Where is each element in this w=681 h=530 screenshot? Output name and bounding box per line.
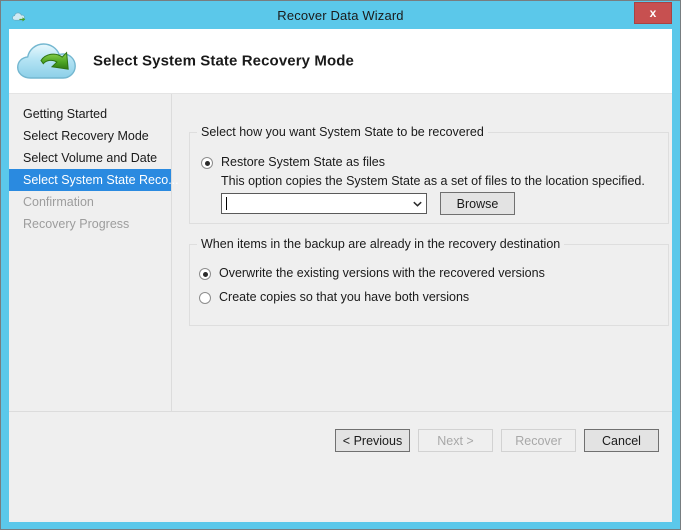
destination-conflict-group-legend: When items in the backup are already in …: [197, 237, 565, 251]
wizard-header: Select System State Recovery Mode: [9, 29, 672, 94]
text-caret: [226, 197, 227, 210]
overwrite-versions-label: Overwrite the existing versions with the…: [219, 266, 545, 280]
restore-as-files-radio-row[interactable]: Restore System State as files: [201, 155, 385, 170]
cloud-recovery-icon: [13, 33, 85, 89]
next-button-label: Next >: [437, 433, 474, 448]
cancel-button[interactable]: Cancel: [584, 429, 659, 452]
title-bar: Recover Data Wizard x: [1, 1, 680, 29]
cloud-arrow-icon: [12, 9, 27, 22]
chevron-down-icon[interactable]: [413, 194, 422, 213]
page-title: Select System State Recovery Mode: [93, 52, 354, 70]
recovery-mode-group-legend: Select how you want System State to be r…: [197, 125, 488, 139]
sidebar-item-confirmation: Confirmation: [23, 195, 94, 209]
sidebar-divider: [171, 94, 172, 411]
recover-data-wizard-window: Recover Data Wizard x Select System Stat…: [0, 0, 681, 530]
previous-button[interactable]: < Previous: [335, 429, 410, 452]
recovery-path-combobox[interactable]: [221, 193, 427, 214]
recover-button-label: Recover: [515, 433, 562, 448]
next-button: Next >: [418, 429, 493, 452]
close-button[interactable]: x: [634, 2, 672, 24]
sidebar-item-select-system-state-recovery[interactable]: Select System State Reco...: [9, 169, 179, 191]
create-copies-label: Create copies so that you have both vers…: [219, 290, 470, 304]
sidebar-item-getting-started[interactable]: Getting Started: [9, 103, 171, 125]
wizard-footer: < Previous Next > Recover Cancel: [9, 412, 672, 522]
overwrite-versions-radio-row[interactable]: Overwrite the existing versions with the…: [199, 266, 545, 281]
sidebar-item-recovery-progress: Recovery Progress: [23, 217, 130, 231]
close-icon: x: [649, 6, 657, 20]
restore-as-files-label: Restore System State as files: [221, 155, 385, 169]
recover-button: Recover: [501, 429, 576, 452]
destination-conflict-group: When items in the backup are already in …: [189, 237, 669, 326]
client-area: Select System State Recovery Mode Gettin…: [9, 29, 672, 522]
overwrite-versions-radio[interactable]: [199, 268, 211, 280]
footer-button-row: < Previous Next > Recover Cancel: [335, 429, 659, 452]
create-copies-radio-row[interactable]: Create copies so that you have both vers…: [199, 290, 469, 305]
recovery-mode-group: Select how you want System State to be r…: [189, 125, 669, 224]
browse-button[interactable]: Browse: [440, 192, 515, 215]
sidebar-item-select-volume-and-date[interactable]: Select Volume and Date: [9, 147, 171, 169]
restore-as-files-description: This option copies the System State as a…: [221, 174, 645, 188]
cancel-button-label: Cancel: [602, 433, 641, 448]
restore-as-files-radio[interactable]: [201, 157, 213, 169]
previous-button-label: < Previous: [342, 433, 403, 448]
sidebar-item-select-recovery-mode[interactable]: Select Recovery Mode: [9, 125, 171, 147]
browse-button-label: Browse: [456, 196, 499, 211]
create-copies-radio[interactable]: [199, 292, 211, 304]
window-title: Recover Data Wizard: [277, 7, 404, 23]
